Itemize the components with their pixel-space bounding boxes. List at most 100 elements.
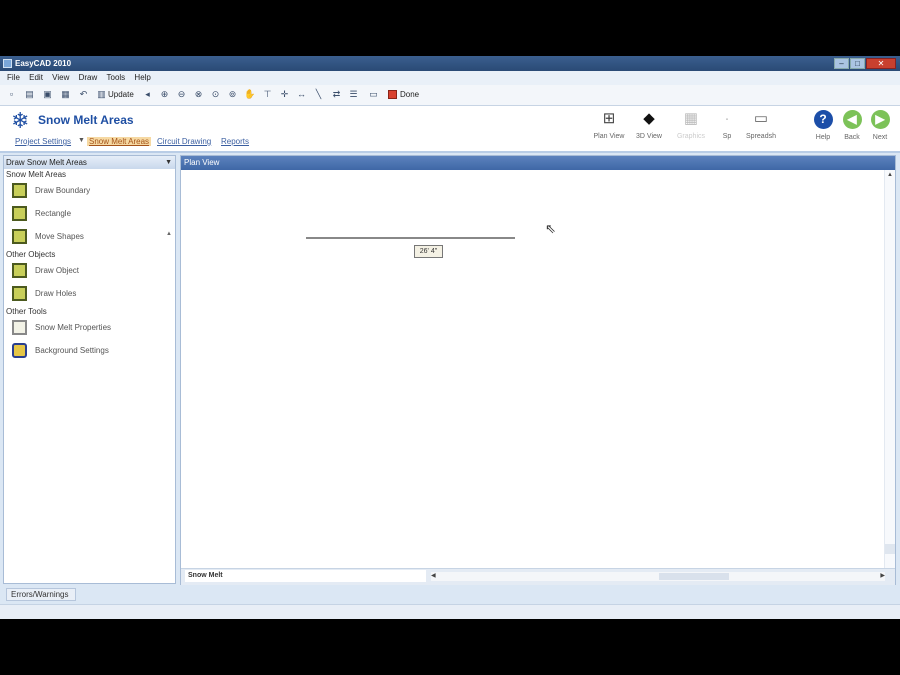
- layers-icon[interactable]: ☰: [348, 89, 359, 100]
- offset-icon[interactable]: ⇄: [331, 89, 342, 100]
- sp-icon: ·: [724, 110, 730, 127]
- update-icon[interactable]: ▥: [96, 89, 107, 100]
- done-icon[interactable]: [388, 90, 397, 99]
- zoom-extents-icon[interactable]: ⊙: [210, 89, 221, 100]
- snow-melt-properties-tool[interactable]: Snow Melt Properties: [4, 317, 175, 340]
- zoom-out-icon[interactable]: ⊖: [176, 89, 187, 100]
- crosshair-icon[interactable]: ✛: [279, 89, 290, 100]
- menu-file[interactable]: File: [7, 73, 20, 82]
- menu-tools[interactable]: Tools: [107, 73, 126, 82]
- ribbon: ❄ Snow Melt Areas Project Settings ▼ Sno…: [0, 106, 900, 153]
- maximize-button[interactable]: □: [850, 58, 865, 69]
- redraw-icon[interactable]: ◂: [142, 89, 153, 100]
- tab-snow-melt-areas[interactable]: Snow Melt Areas: [87, 137, 152, 146]
- back-arrow-icon: ◀: [842, 110, 862, 129]
- page-title: Snow Melt Areas: [38, 113, 134, 127]
- open-icon[interactable]: ▤: [24, 89, 35, 100]
- close-button[interactable]: ✕: [866, 58, 896, 69]
- vertical-scrollbar[interactable]: ▲: [884, 170, 895, 568]
- graphics-icon: ▦: [683, 110, 699, 127]
- scroll-up-icon[interactable]: ▲: [885, 172, 895, 178]
- horizontal-scrollbar[interactable]: ◀ ▶: [431, 572, 885, 581]
- draw-holes-tool[interactable]: Draw Holes: [4, 283, 175, 306]
- draw-boundary-tool[interactable]: Draw Boundary: [4, 180, 175, 203]
- zoom-window-icon[interactable]: ⊗: [193, 89, 204, 100]
- dimension-icon[interactable]: ↔: [296, 89, 307, 100]
- spreadsheet-icon: ▭: [753, 110, 769, 127]
- toolbar: ▫ ▤ ▣ ▦ ↶ ▥ Update ◂ ⊕ ⊖ ⊗ ⊙ ⊚ ✋ ⊤ ✛ ↔ ╲…: [0, 85, 900, 106]
- new-icon[interactable]: ▫: [6, 89, 17, 100]
- draw-object-icon: [12, 263, 27, 278]
- next-arrow-icon: ▶: [870, 110, 890, 129]
- move-shapes-icon: [12, 229, 27, 244]
- rectangle-tool[interactable]: Rectangle: [4, 203, 175, 226]
- sheet-tabs-bar: Snow Melt ◀ ▶: [181, 568, 895, 585]
- scroll-thumb[interactable]: [885, 544, 895, 554]
- snowflake-icon: ❄: [11, 108, 30, 133]
- expand-arrow-icon[interactable]: ▲: [166, 231, 172, 237]
- back-button[interactable]: ◀ Back: [839, 110, 865, 141]
- background-settings-tool[interactable]: Background Settings: [4, 340, 175, 363]
- draw-boundary-icon: [12, 183, 27, 198]
- minimize-button[interactable]: –: [834, 58, 849, 69]
- tools-panel: Draw Snow Melt Areas ▼ Snow Melt Areas D…: [3, 155, 176, 584]
- help-button[interactable]: ? Help: [810, 110, 836, 141]
- save-icon[interactable]: ▣: [42, 89, 53, 100]
- menu-view[interactable]: View: [52, 73, 69, 82]
- sheet-tab-snow-melt[interactable]: Snow Melt: [185, 570, 426, 582]
- section-other-tools: Other Tools: [6, 307, 47, 316]
- 3d-view-button[interactable]: ◆ 3D View: [631, 110, 667, 140]
- move-shapes-tool[interactable]: Move Shapes ▲: [4, 226, 175, 249]
- section-snow-melt-areas: Snow Melt Areas: [6, 170, 67, 179]
- spreadsheet-button[interactable]: ▭ Spreadsh: [740, 110, 782, 140]
- tab-circuit-drawing[interactable]: Circuit Drawing: [157, 137, 211, 146]
- title-bar: EasyCAD 2010 – □ ✕: [0, 56, 900, 71]
- plan-view-panel: Plan View 26' 4" ⇖ ▲ Snow Melt ◀ ▶: [180, 155, 896, 585]
- drawn-line[interactable]: [306, 237, 515, 239]
- plan-view-button[interactable]: ⊞ Plan View: [588, 110, 630, 140]
- pin-icon[interactable]: ▼: [165, 156, 172, 169]
- panel-header: Draw Snow Melt Areas ▼: [4, 156, 175, 169]
- zoom-in-icon[interactable]: ⊕: [159, 89, 170, 100]
- undo-icon[interactable]: ↶: [78, 89, 89, 100]
- app-window: EasyCAD 2010 – □ ✕ File Edit View Draw T…: [0, 56, 900, 619]
- print-icon[interactable]: ▦: [60, 89, 71, 100]
- menu-bar: File Edit View Draw Tools Help: [0, 71, 900, 85]
- tab-project-settings[interactable]: Project Settings: [15, 137, 71, 146]
- window-title: EasyCAD 2010: [15, 59, 72, 68]
- tab-dropdown-icon[interactable]: ▼: [78, 137, 85, 144]
- mouse-cursor-icon: ⇖: [545, 221, 556, 236]
- next-button[interactable]: ▶ Next: [867, 110, 893, 141]
- graphics-button[interactable]: ▦ Graphics: [672, 110, 710, 140]
- background-settings-icon: [12, 343, 27, 358]
- scroll-left-icon[interactable]: ◀: [431, 572, 436, 579]
- menu-help[interactable]: Help: [134, 73, 150, 82]
- section-other-objects: Other Objects: [6, 250, 56, 259]
- 3d-view-icon: ◆: [643, 110, 655, 127]
- update-button[interactable]: Update: [108, 89, 134, 101]
- app-icon: [3, 59, 12, 68]
- sp-button[interactable]: · Sp: [716, 110, 738, 140]
- menu-edit[interactable]: Edit: [29, 73, 43, 82]
- plan-view-header: Plan View: [181, 156, 895, 170]
- done-button[interactable]: Done: [400, 89, 419, 101]
- errors-warnings-tab[interactable]: Errors/Warnings: [6, 588, 76, 601]
- select-icon[interactable]: ⊤: [262, 89, 273, 100]
- zoom-previous-icon[interactable]: ⊚: [227, 89, 238, 100]
- dimension-label: 26' 4": [414, 245, 443, 258]
- draw-object-tool[interactable]: Draw Object: [4, 260, 175, 283]
- footer-bar: [0, 604, 900, 619]
- line-icon[interactable]: ╲: [313, 89, 324, 100]
- pan-icon[interactable]: ✋: [244, 89, 255, 100]
- ruler-icon[interactable]: ▭: [368, 89, 379, 100]
- horizontal-scroll-thumb[interactable]: [659, 573, 729, 580]
- plan-view-icon: ⊞: [602, 110, 616, 127]
- help-icon: ?: [813, 110, 833, 129]
- scroll-right-icon[interactable]: ▶: [880, 572, 885, 579]
- status-area: Errors/Warnings: [0, 586, 900, 602]
- draw-holes-icon: [12, 286, 27, 301]
- properties-icon: [12, 320, 27, 335]
- rectangle-icon: [12, 206, 27, 221]
- menu-draw[interactable]: Draw: [79, 73, 98, 82]
- tab-reports[interactable]: Reports: [221, 137, 249, 146]
